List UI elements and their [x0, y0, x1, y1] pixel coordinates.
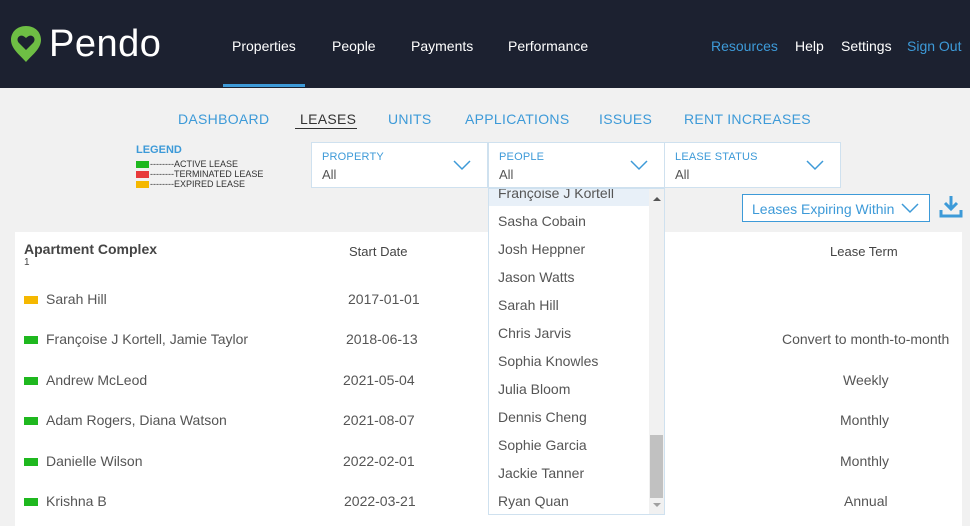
property-filter[interactable]: PROPERTY All: [311, 142, 488, 188]
tab-leases[interactable]: LEASES: [300, 111, 356, 127]
table-row-start: 2021-08-07: [343, 412, 415, 428]
nav-properties[interactable]: Properties: [232, 37, 296, 55]
legend-terminated: --------TERMINATED LEASE: [136, 169, 263, 179]
download-icon[interactable]: [939, 194, 963, 218]
table-row-name[interactable]: Andrew McLeod: [46, 372, 147, 388]
dropdown-option[interactable]: Jason Watts: [498, 269, 575, 285]
tab-issues[interactable]: ISSUES: [599, 111, 652, 127]
legend-active: --------ACTIVE LEASE: [136, 159, 238, 169]
table-row-name[interactable]: Françoise J Kortell, Jamie Taylor: [46, 331, 248, 347]
table-row-start: 2022-02-01: [343, 453, 415, 469]
lease-status-filter-value: All: [675, 167, 690, 182]
expired-swatch: [136, 180, 149, 188]
top-navigation-bar: Pendo Properties People Payments Perform…: [0, 0, 970, 88]
status-swatch-expired: [24, 296, 38, 304]
status-swatch-active: [24, 417, 38, 425]
logo-text: Pendo: [49, 23, 162, 65]
dropdown-scrollbar-thumb[interactable]: [650, 435, 663, 498]
legend-expired: --------EXPIRED LEASE: [136, 179, 245, 189]
dropdown-option[interactable]: Sasha Cobain: [498, 213, 586, 229]
chevron-down-icon: [901, 203, 919, 214]
active-swatch: [136, 160, 149, 168]
property-filter-label: PROPERTY: [322, 151, 384, 163]
table-row-term: Annual: [844, 493, 888, 509]
scroll-up-arrow-icon[interactable]: [653, 197, 661, 201]
active-nav-indicator: [223, 84, 305, 87]
table-row-term: Weekly: [843, 372, 889, 388]
table-row-term: Convert to month-to-month: [782, 331, 950, 347]
group-title: Apartment Complex: [24, 241, 158, 257]
table-row-term: Monthly: [840, 453, 890, 469]
chevron-down-icon: [806, 160, 824, 171]
dropdown-option[interactable]: Sophia Knowles: [498, 353, 598, 369]
property-filter-value: All: [322, 167, 337, 182]
people-dropdown-list[interactable]: Françoise J Kortell Sasha Cobain Josh He…: [488, 188, 665, 515]
lease-status-filter-label: LEASE STATUS: [675, 151, 758, 163]
people-filter-label: PEOPLE: [499, 151, 545, 163]
dropdown-option[interactable]: Sarah Hill: [498, 297, 559, 313]
dropdown-option[interactable]: Jackie Tanner: [498, 465, 584, 481]
status-swatch-active: [24, 377, 38, 385]
resources-link[interactable]: Resources: [711, 37, 778, 55]
dropdown-option[interactable]: Sophie Garcia: [498, 437, 587, 453]
table-row-start: 2021-05-04: [343, 372, 415, 388]
help-link[interactable]: Help: [795, 37, 824, 55]
status-swatch-active: [24, 498, 38, 506]
table-row-start: 2018-06-13: [346, 331, 418, 347]
nav-payments[interactable]: Payments: [411, 37, 473, 55]
legend-expired-label: --------EXPIRED LEASE: [150, 179, 246, 189]
dropdown-option[interactable]: Chris Jarvis: [498, 325, 571, 341]
nav-performance[interactable]: Performance: [508, 37, 588, 55]
dropdown-option[interactable]: Julia Bloom: [498, 381, 570, 397]
leases-expiring-label: Leases Expiring Within: [752, 201, 895, 217]
table-row-name[interactable]: Sarah Hill: [46, 291, 107, 307]
nav-people[interactable]: People: [332, 37, 376, 55]
settings-link[interactable]: Settings: [841, 37, 892, 55]
terminated-swatch: [136, 170, 149, 178]
table-row-start: 2017-01-01: [348, 291, 420, 307]
table-row-name[interactable]: Danielle Wilson: [46, 453, 142, 469]
pendo-logo[interactable]: Pendo: [9, 22, 161, 66]
dropdown-option[interactable]: Françoise J Kortell: [498, 189, 614, 201]
col-start-date[interactable]: Start Date: [349, 244, 408, 259]
table-row-start: 2022-03-21: [344, 493, 416, 509]
table-row-name[interactable]: Adam Rogers, Diana Watson: [46, 412, 227, 428]
tab-units[interactable]: UNITS: [388, 111, 432, 127]
sign-out-link[interactable]: Sign Out: [907, 37, 961, 55]
leases-expiring-select[interactable]: Leases Expiring Within: [742, 194, 930, 222]
legend-title: LEGEND: [136, 144, 182, 156]
tab-rent-increases[interactable]: RENT INCREASES: [684, 111, 811, 127]
table-row-term: Monthly: [840, 412, 890, 428]
people-filter-value: All: [499, 167, 514, 182]
dropdown-option[interactable]: Josh Heppner: [498, 241, 585, 257]
status-swatch-active: [24, 458, 38, 466]
tab-dashboard[interactable]: DASHBOARD: [178, 111, 269, 127]
dropdown-option[interactable]: Dennis Cheng: [498, 409, 587, 425]
active-tab-underline: [295, 128, 357, 129]
people-filter[interactable]: PEOPLE All: [488, 142, 665, 188]
scroll-down-arrow-icon[interactable]: [653, 503, 661, 507]
col-lease-term[interactable]: Lease Term: [830, 244, 898, 259]
legend-active-label: --------ACTIVE LEASE: [150, 159, 239, 169]
legend-terminated-label: --------TERMINATED LEASE: [150, 169, 264, 179]
heart-pin-icon: [11, 26, 41, 62]
chevron-down-icon: [453, 160, 471, 171]
dropdown-option[interactable]: Ryan Quan: [498, 493, 569, 509]
status-swatch-active: [24, 336, 38, 344]
lease-status-filter[interactable]: LEASE STATUS All: [664, 142, 841, 188]
table-row-name[interactable]: Krishna B: [46, 493, 107, 509]
tab-applications[interactable]: APPLICATIONS: [465, 111, 569, 127]
group-count: 1: [24, 257, 30, 268]
chevron-down-icon: [630, 160, 648, 171]
